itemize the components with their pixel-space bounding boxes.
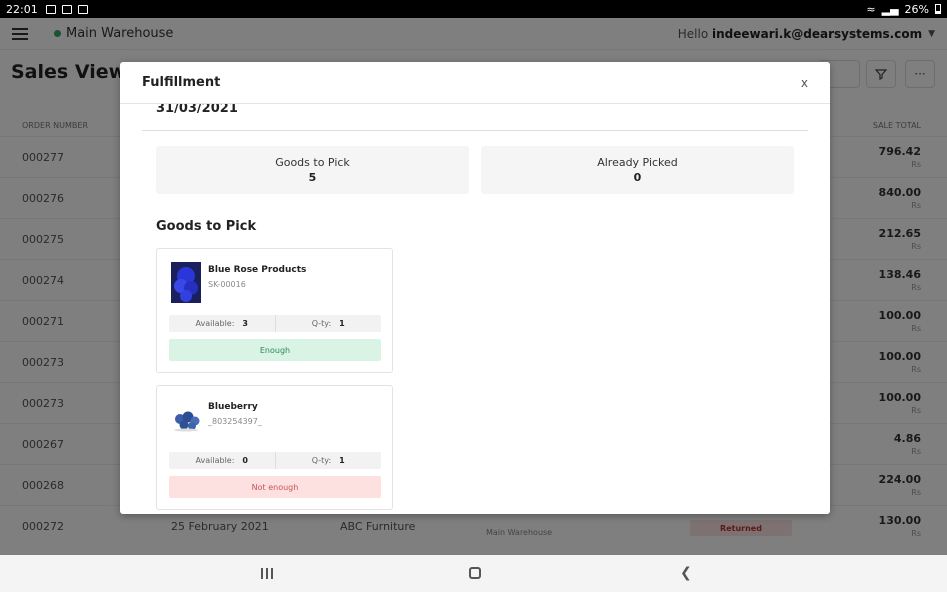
already-picked-value: 0	[633, 171, 642, 184]
quantity-bar: Available: 0 Q-ty: 1	[169, 452, 381, 469]
qty-value: 1	[339, 319, 345, 328]
goods-to-pick-value: 5	[308, 171, 317, 184]
modal-title: Fulfillment	[142, 75, 221, 90]
product-card[interactable]: Blue Rose Products SK-00016 Available: 3…	[156, 248, 393, 373]
signal-icon: ▂▄	[881, 2, 899, 16]
status-right: ≈ ▂▄ 26%	[866, 3, 941, 16]
qty-cell: Q-ty: 1	[274, 315, 382, 332]
available-value: 3	[242, 319, 248, 328]
already-picked-summary: Already Picked 0	[481, 146, 794, 194]
close-button[interactable]: x	[801, 76, 808, 90]
already-picked-label: Already Picked	[597, 156, 678, 169]
recent-apps-icon[interactable]	[261, 568, 273, 579]
available-cell: Available: 0	[169, 452, 275, 469]
available-value: 0	[242, 456, 248, 465]
available-label: Available:	[195, 319, 235, 328]
goods-to-pick-summary: Goods to Pick 5	[156, 146, 469, 194]
back-icon[interactable]: ❮	[680, 566, 692, 580]
stock-status-badge: Not enough	[169, 476, 381, 498]
goods-to-pick-label: Goods to Pick	[275, 156, 350, 169]
stock-status-badge: Enough	[169, 339, 381, 361]
qty-cell: Q-ty: 1	[274, 452, 382, 469]
battery-icon	[935, 4, 941, 14]
available-cell: Available: 3	[169, 315, 275, 332]
gallery-notification-icon	[45, 4, 56, 14]
product-thumbnail	[171, 399, 201, 440]
gmail-notification-icon	[77, 4, 88, 14]
product-name: Blueberry	[208, 402, 258, 412]
product-card[interactable]: Blueberry _803254397_ Available: 0 Q-ty:…	[156, 385, 393, 510]
product-name: Blue Rose Products	[208, 265, 307, 275]
product-sku: _803254397_	[208, 417, 262, 426]
qty-label: Q-ty:	[311, 456, 332, 465]
available-label: Available:	[195, 456, 235, 465]
product-thumbnail	[171, 262, 201, 303]
section-title: Goods to Pick	[156, 219, 257, 234]
modal-body[interactable]: 31/03/2021 Goods to Pick 5 Already Picke…	[120, 104, 830, 514]
quantity-bar: Available: 3 Q-ty: 1	[169, 315, 381, 332]
status-time: 22:01	[6, 2, 38, 16]
battery-percent: 26%	[904, 2, 929, 16]
modal-header: Fulfillment x	[120, 62, 830, 104]
product-sku: SK-00016	[208, 280, 246, 289]
divider	[142, 130, 808, 131]
navigation-bar: ❮	[0, 555, 947, 592]
fulfillment-modal: Fulfillment x 31/03/2021 Goods to Pick 5…	[120, 62, 830, 514]
qty-label: Q-ty:	[311, 319, 332, 328]
wifi-icon: ≈	[866, 2, 876, 16]
mail-notification-icon	[61, 4, 72, 14]
status-bar: 22:01 ≈ ▂▄ 26%	[0, 0, 947, 18]
fulfillment-date: 31/03/2021	[156, 104, 238, 116]
qty-value: 1	[339, 456, 345, 465]
home-icon[interactable]	[469, 567, 481, 579]
